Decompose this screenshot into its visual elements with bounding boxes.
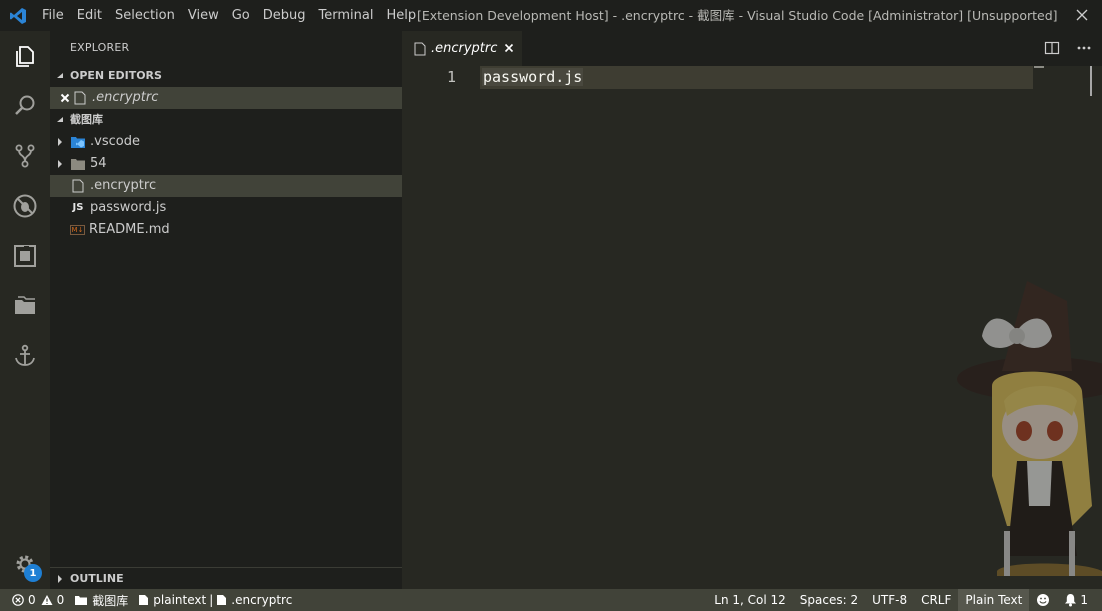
language-file-item[interactable]: plaintext | .encryptrc [133,589,297,611]
file-name-label: .encryptrc [231,593,293,607]
menu-debug[interactable]: Debug [256,0,312,31]
error-count: 0 [28,593,36,607]
tree-item-vscode[interactable]: .vscode [50,131,402,153]
settings-badge: 1 [24,564,42,582]
tab-label: .encryptrc [431,41,498,56]
open-editor-label: .encryptrc [92,90,159,105]
code-text: password.js [482,68,584,86]
title-bar: File Edit Selection View Go Debug Termin… [0,0,1102,31]
problems-indicator[interactable]: 0 0 [0,589,69,611]
settings-gear-icon[interactable] [0,539,50,589]
search-icon[interactable] [0,81,50,131]
notifications-item[interactable]: 1 [1057,589,1102,611]
activity-bar: 1 [0,31,50,589]
tree-item-label: password.js [90,200,167,215]
folder-icon[interactable] [0,281,50,331]
cursor-position[interactable]: Ln 1, Col 12 [707,589,793,611]
split-editor-icon[interactable] [1044,40,1060,60]
status-separator: | [209,593,214,607]
extensions-icon[interactable] [0,231,50,281]
file-icon [72,90,88,106]
editor-area: .encryptrc 1 password.js [402,31,1102,589]
feedback-smiley-icon[interactable] [1029,589,1057,611]
menu-view[interactable]: View [181,0,225,31]
more-actions-icon[interactable] [1076,40,1092,60]
open-editors-header[interactable]: OPEN EDITORS [50,65,402,87]
notification-count: 1 [1080,593,1088,607]
encoding-setting[interactable]: UTF-8 [865,589,914,611]
folder-icon [70,156,86,172]
file-icon [70,178,86,194]
chevron-right-icon[interactable] [50,138,70,146]
vscode-logo-icon [0,0,36,31]
document-icon [217,595,227,605]
workspace-header[interactable]: 截图库 [50,109,402,131]
close-editor-icon[interactable] [50,93,70,103]
document-icon [139,595,149,605]
overview-ruler-mark [1034,66,1044,68]
tree-item-readme[interactable]: M↓ README.md [50,219,402,241]
tree-item-label: .vscode [90,134,140,149]
status-bar: 0 0 截图库 plaintext | .encryptrc Ln 1, Col… [0,589,1102,611]
source-control-icon[interactable] [0,131,50,181]
open-editor-item[interactable]: .encryptrc [50,87,402,109]
language-mode[interactable]: Plain Text [958,589,1030,611]
outline-label: OUTLINE [70,572,124,585]
eol-setting[interactable]: CRLF [914,589,958,611]
menu-edit[interactable]: Edit [70,0,108,31]
line-number: 1 [446,68,456,86]
file-icon [414,42,426,56]
chevron-down-icon [50,116,70,124]
warning-icon [41,595,53,605]
editor-actions [1044,40,1092,60]
tab-encryptrc[interactable]: .encryptrc [402,31,522,66]
tree-item-54[interactable]: 54 [50,153,402,175]
tree-item-label: .encryptrc [90,178,157,193]
folder-icon [75,596,88,605]
language-id-label: plaintext [153,593,207,607]
sidebar-title: EXPLORER [70,41,130,54]
outline-section: OUTLINE [50,567,402,589]
status-bar-right: Ln 1, Col 12 Spaces: 2 UTF-8 CRLF Plain … [707,589,1102,611]
tree-item-encryptrc[interactable]: .encryptrc [50,175,402,197]
vscode-folder-icon [70,134,86,150]
close-tab-icon[interactable] [502,41,516,55]
outline-header[interactable]: OUTLINE [50,568,402,590]
close-window-icon[interactable] [1074,7,1090,23]
window-title: [Extension Development Host] - .encryptr… [417,8,1058,23]
scrollbar-indicator[interactable] [1090,66,1092,96]
chevron-right-icon[interactable] [50,160,70,168]
tree-item-label: 54 [90,156,107,171]
menu-go[interactable]: Go [225,0,256,31]
chevron-right-icon [50,575,70,583]
bell-icon [1065,594,1077,607]
open-editors-label: OPEN EDITORS [70,69,162,82]
js-file-icon: JS [72,202,84,213]
error-icon [12,594,24,606]
debug-icon[interactable] [0,181,50,231]
tree-item-password-js[interactable]: JS password.js [50,197,402,219]
explorer-sidebar: EXPLORER OPEN EDITORS .encryptrc 截图库 .vs… [50,31,402,589]
menu-file[interactable]: File [36,0,70,31]
menu-terminal[interactable]: Terminal [312,0,380,31]
menu-bar: File Edit Selection View Go Debug Termin… [36,0,423,31]
character-artwork [957,281,1102,576]
tab-bar: .encryptrc [402,31,1102,66]
tree-item-label: README.md [89,222,170,237]
chevron-down-icon [50,72,70,80]
files-icon[interactable] [0,31,50,81]
menu-selection[interactable]: Selection [108,0,181,31]
code-line[interactable]: password.js [482,66,584,89]
workspace-label: 截图库 [70,113,103,126]
markdown-file-icon: M↓ [70,225,85,235]
indentation-setting[interactable]: Spaces: 2 [793,589,865,611]
workspace-folder-item[interactable]: 截图库 [69,589,133,611]
warning-count: 0 [56,593,65,607]
anchor-icon[interactable] [0,331,50,381]
workspace-folder-label: 截图库 [92,593,129,608]
